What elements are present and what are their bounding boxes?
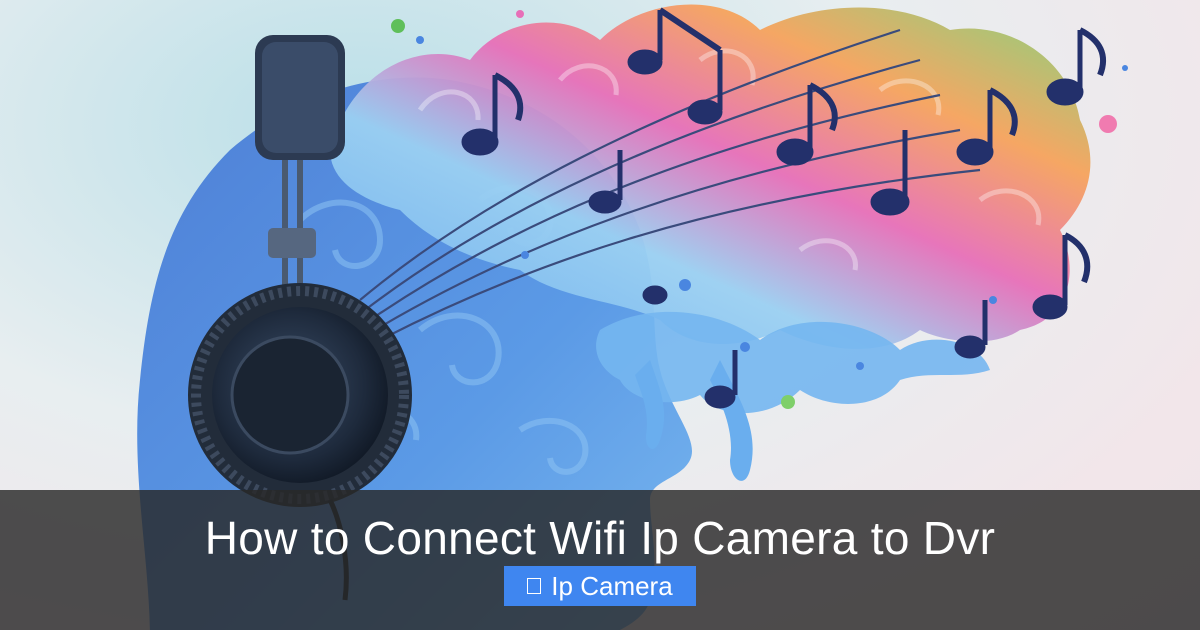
- featured-image-card: How to Connect Wifi Ip Camera to Dvr Ip …: [0, 0, 1200, 630]
- post-title: How to Connect Wifi Ip Camera to Dvr: [204, 512, 996, 564]
- category-badge[interactable]: Ip Camera: [504, 566, 696, 606]
- folder-icon: [527, 578, 542, 594]
- category-label: Ip Camera: [551, 570, 673, 601]
